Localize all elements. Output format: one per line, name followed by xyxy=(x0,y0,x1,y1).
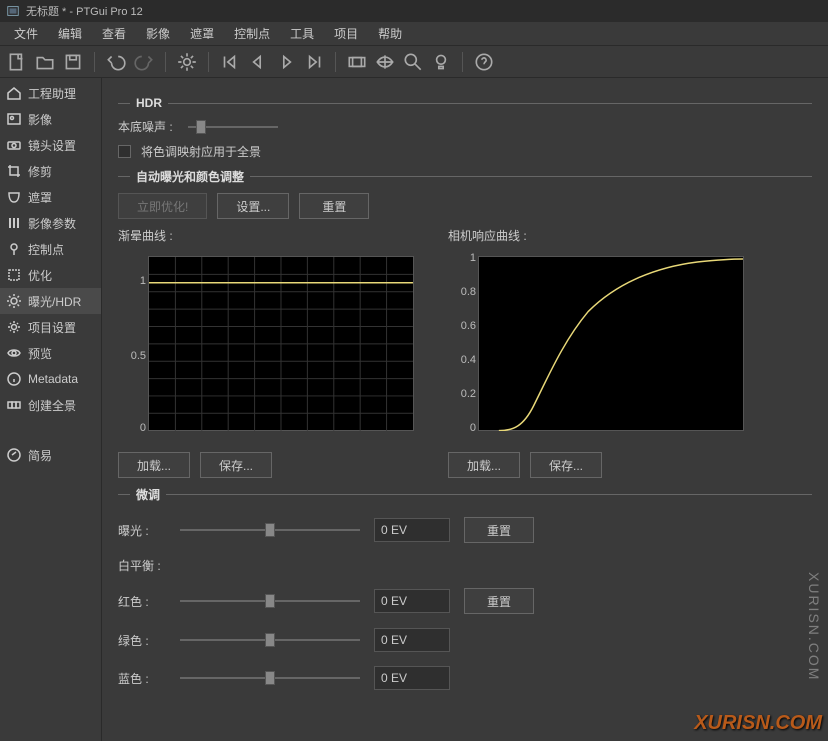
vignette-save-button[interactable]: 保存... xyxy=(200,452,272,478)
sidebar-label: 优化 xyxy=(28,267,52,284)
sidebar-label: Metadata xyxy=(28,372,78,386)
panorama-icon[interactable] xyxy=(346,51,368,73)
sidebar-label: 工程助理 xyxy=(28,85,76,102)
vignette-label: 渐晕曲线 : xyxy=(118,227,418,244)
sidebar-label: 修剪 xyxy=(28,163,52,180)
reset-auto-button[interactable]: 重置 xyxy=(299,193,369,219)
titlebar: 无标题 * - PTGui Pro 12 xyxy=(0,0,828,22)
separator xyxy=(94,52,95,72)
noise-label: 本底噪声 : xyxy=(118,118,178,135)
blue-value[interactable]: 0 EV xyxy=(374,666,450,690)
menu-edit[interactable]: 编辑 xyxy=(50,23,90,44)
sidebar-label: 控制点 xyxy=(28,241,64,258)
response-save-button[interactable]: 保存... xyxy=(530,452,602,478)
menubar: 文件 编辑 查看 影像 遮罩 控制点 工具 项目 帮助 xyxy=(0,22,828,46)
sidebar-item-controlpoints[interactable]: 控制点 xyxy=(0,236,101,262)
sidebar-item-exposure[interactable]: 曝光/HDR xyxy=(0,288,101,314)
menu-cp[interactable]: 控制点 xyxy=(226,23,278,44)
sidebar-item-lens[interactable]: 镜头设置 xyxy=(0,132,101,158)
section-hdr-hdr: HDR xyxy=(118,96,812,110)
grid-icon[interactable] xyxy=(374,51,396,73)
sidebar-item-optimize[interactable]: 优化 xyxy=(0,262,101,288)
red-label: 红色 : xyxy=(118,593,166,610)
blue-label: 蓝色 : xyxy=(118,670,166,687)
menu-image[interactable]: 影像 xyxy=(138,23,178,44)
menu-project[interactable]: 项目 xyxy=(326,23,366,44)
red-value[interactable]: 0 EV xyxy=(374,589,450,613)
sidebar-item-assistant[interactable]: 工程助理 xyxy=(0,80,101,106)
sidebar-label: 项目设置 xyxy=(28,319,76,336)
undo-icon[interactable] xyxy=(105,51,127,73)
vignette-load-button[interactable]: 加载... xyxy=(118,452,190,478)
red-slider[interactable] xyxy=(180,594,360,608)
help-icon[interactable] xyxy=(473,51,495,73)
menu-view[interactable]: 查看 xyxy=(94,23,134,44)
save-icon[interactable] xyxy=(62,51,84,73)
sidebar-item-simple[interactable]: 简易 xyxy=(0,442,101,468)
sidebar-label: 镜头设置 xyxy=(28,137,76,154)
separator xyxy=(335,52,336,72)
exposure-slider[interactable] xyxy=(180,523,360,537)
apply-tonemap-checkbox[interactable] xyxy=(118,145,131,158)
sidebar-item-params[interactable]: 影像参数 xyxy=(0,210,101,236)
response-chart: 1 0.8 0.6 0.4 0.2 0 xyxy=(448,250,748,440)
noise-slider[interactable] xyxy=(188,120,278,134)
window-title: 无标题 * - PTGui Pro 12 xyxy=(26,3,143,19)
sidebar-item-create[interactable]: 创建全景 xyxy=(0,392,101,418)
sidebar-item-metadata[interactable]: Metadata xyxy=(0,366,101,392)
exposure-label: 曝光 : xyxy=(118,522,166,539)
toolbar xyxy=(0,46,828,78)
bulb-icon[interactable] xyxy=(430,51,452,73)
wb-label: 白平衡 : xyxy=(118,557,166,574)
sidebar-item-preview[interactable]: 预览 xyxy=(0,340,101,366)
exposure-reset-button[interactable]: 重置 xyxy=(464,517,534,543)
redo-icon[interactable] xyxy=(133,51,155,73)
menu-tools[interactable]: 工具 xyxy=(282,23,322,44)
content-panel: HDR 本底噪声 : 将色调映射应用于全景 自动曝光和颜色调整 立即优化! 设置… xyxy=(102,78,828,741)
wb-reset-button[interactable]: 重置 xyxy=(464,588,534,614)
green-slider[interactable] xyxy=(180,633,360,647)
gear-icon[interactable] xyxy=(176,51,198,73)
sidebar-label: 曝光/HDR xyxy=(28,293,81,310)
separator xyxy=(165,52,166,72)
menu-mask[interactable]: 遮罩 xyxy=(182,23,222,44)
play-last-icon[interactable] xyxy=(303,51,325,73)
green-value[interactable]: 0 EV xyxy=(374,628,450,652)
separator xyxy=(462,52,463,72)
menu-file[interactable]: 文件 xyxy=(6,23,46,44)
section-hdr-fine: 微调 xyxy=(118,486,812,503)
settings-button[interactable]: 设置... xyxy=(217,193,289,219)
response-label: 相机响应曲线 : xyxy=(448,227,748,244)
blue-slider[interactable] xyxy=(180,671,360,685)
apply-tonemap-label: 将色调映射应用于全景 xyxy=(141,143,261,160)
sidebar-label: 简易 xyxy=(28,447,52,464)
sidebar-item-mask[interactable]: 遮罩 xyxy=(0,184,101,210)
sidebar-item-images[interactable]: 影像 xyxy=(0,106,101,132)
new-icon[interactable] xyxy=(6,51,28,73)
watermark-logo: XURISN.COM xyxy=(694,712,822,735)
app-icon xyxy=(6,4,20,18)
play-next-icon[interactable] xyxy=(275,51,297,73)
play-prev-icon[interactable] xyxy=(247,51,269,73)
separator xyxy=(208,52,209,72)
sidebar-item-crop[interactable]: 修剪 xyxy=(0,158,101,184)
menu-help[interactable]: 帮助 xyxy=(370,23,410,44)
green-label: 绿色 : xyxy=(118,632,166,649)
play-first-icon[interactable] xyxy=(219,51,241,73)
sidebar-label: 影像参数 xyxy=(28,215,76,232)
vignette-chart: 1 0.5 0 xyxy=(118,250,418,440)
sidebar: 工程助理 影像 镜头设置 修剪 遮罩 影像参数 控制点 优化 曝光/HDR 项目… xyxy=(0,78,102,741)
section-hdr-auto: 自动曝光和颜色调整 xyxy=(118,168,812,185)
open-icon[interactable] xyxy=(34,51,56,73)
detail-icon[interactable] xyxy=(402,51,424,73)
response-load-button[interactable]: 加载... xyxy=(448,452,520,478)
sidebar-label: 遮罩 xyxy=(28,189,52,206)
sidebar-label: 预览 xyxy=(28,345,52,362)
optimize-now-button[interactable]: 立即优化! xyxy=(118,193,207,219)
sidebar-item-project[interactable]: 项目设置 xyxy=(0,314,101,340)
watermark: XURISN.COM xyxy=(806,572,822,681)
sidebar-label: 影像 xyxy=(28,111,52,128)
sidebar-label: 创建全景 xyxy=(28,397,76,414)
exposure-value[interactable]: 0 EV xyxy=(374,518,450,542)
